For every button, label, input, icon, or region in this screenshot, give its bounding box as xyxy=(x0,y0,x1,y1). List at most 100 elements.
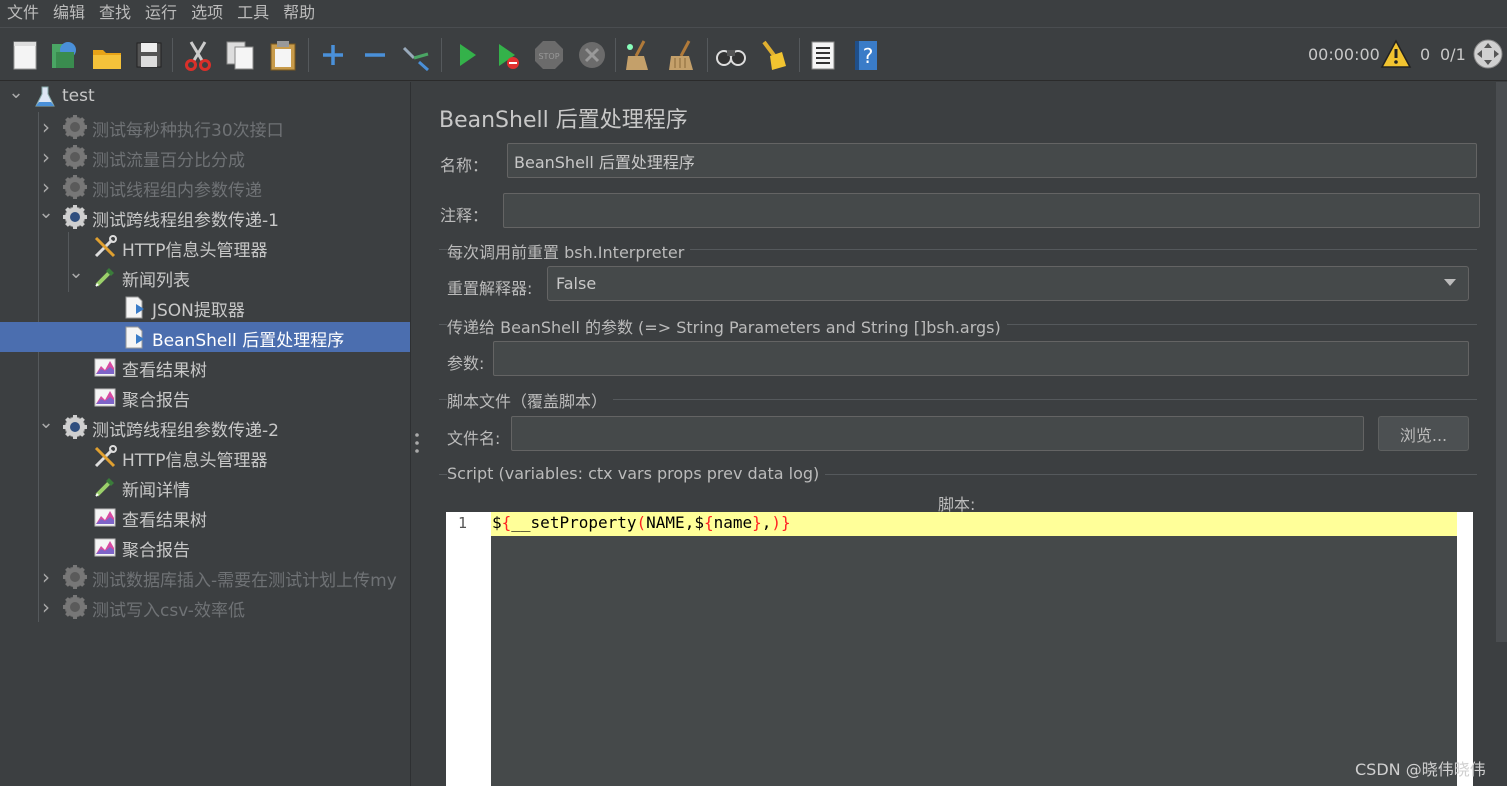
menu-item[interactable]: 帮助 xyxy=(276,1,322,25)
tree-node[interactable]: HTTP信息头管理器 xyxy=(0,232,410,262)
shutdown-icon[interactable] xyxy=(575,38,609,72)
listener-chart-icon xyxy=(92,534,118,560)
code-area[interactable] xyxy=(491,512,1457,786)
tree-node[interactable]: 聚合报告 xyxy=(0,532,410,562)
tree-node-label: BeanShell 后置处理程序 xyxy=(152,331,345,351)
tree-node[interactable]: JSON提取器 xyxy=(0,292,410,322)
templates-icon[interactable] xyxy=(46,38,80,72)
paste-icon[interactable] xyxy=(266,38,300,72)
code-token: , xyxy=(761,513,772,532)
toggle-icon[interactable] xyxy=(399,38,433,72)
chevron-right-icon[interactable]: › xyxy=(38,117,54,137)
watermark: CSDN @晓伟晓伟 xyxy=(1355,760,1486,779)
tree-node[interactable]: BeanShell 后置处理程序 xyxy=(0,322,410,352)
tree-node[interactable]: › 测试写入csv-效率低 xyxy=(0,592,410,622)
toolbar-divider xyxy=(0,80,1507,81)
tree-node[interactable]: ⌄ 新闻列表 xyxy=(0,262,410,292)
copy-icon[interactable] xyxy=(223,38,257,72)
listener-chart-icon xyxy=(92,384,118,410)
code-token: $ xyxy=(492,513,502,532)
chevron-down-icon[interactable]: ⌄ xyxy=(38,204,54,225)
menu-item[interactable]: 运行 xyxy=(138,1,184,25)
stop-icon[interactable]: STOP xyxy=(532,38,566,72)
chevron-down-icon[interactable]: ⌄ xyxy=(68,264,84,285)
name-label: 名称： xyxy=(440,156,489,175)
tree-node[interactable]: › 测试流量百分比分成 xyxy=(0,142,410,172)
filename-input[interactable] xyxy=(511,416,1364,451)
clear-all-icon[interactable] xyxy=(665,38,699,72)
save-icon[interactable] xyxy=(132,38,166,72)
browse-button[interactable]: 浏览... xyxy=(1378,416,1469,451)
thread-group-icon xyxy=(62,564,88,590)
beanshell-postprocessor-panel: BeanShell 后置处理程序 名称： BeanShell 后置处理程序 注释… xyxy=(425,82,1495,786)
chevron-right-icon[interactable]: › xyxy=(38,147,54,167)
tree-node[interactable]: ⌄ 测试跨线程组参数传递-2 xyxy=(0,412,410,442)
new-icon[interactable] xyxy=(8,38,42,72)
expand-icon[interactable] xyxy=(316,38,350,72)
chevron-right-icon[interactable]: › xyxy=(38,597,54,617)
comment-label: 注释： xyxy=(440,206,489,225)
tree-node[interactable]: 查看结果树 xyxy=(0,502,410,532)
chevron-down-icon[interactable]: ⌄ xyxy=(8,84,24,105)
clear-icon[interactable] xyxy=(622,38,656,72)
chevron-down-icon[interactable]: ⌄ xyxy=(38,414,54,435)
collapse-icon[interactable] xyxy=(358,38,392,72)
menu-item[interactable]: 文件 xyxy=(0,1,46,25)
editor-scrollbar[interactable] xyxy=(1457,512,1473,786)
listener-chart-icon xyxy=(92,504,118,530)
warning-icon[interactable] xyxy=(1380,39,1412,69)
reset-search-icon[interactable] xyxy=(756,38,790,72)
line-number: 1 xyxy=(458,514,468,532)
tree-node[interactable]: HTTP信息头管理器 xyxy=(0,442,410,472)
tree-node[interactable]: › 测试数据库插入-需要在测试计划上传my xyxy=(0,562,410,592)
tree-node-label: 查看结果树 xyxy=(122,511,207,531)
code-token: __setProperty xyxy=(511,513,637,532)
chevron-right-icon[interactable]: › xyxy=(38,567,54,587)
drag-handle-icon[interactable] xyxy=(415,432,419,454)
parameters-input[interactable] xyxy=(493,341,1469,376)
comment-input[interactable] xyxy=(503,193,1480,228)
panel-scrollbar[interactable] xyxy=(1496,82,1507,642)
sampler-pipette-icon xyxy=(92,474,118,500)
thread-group-icon xyxy=(62,144,88,170)
timer-display: 00:00:00 xyxy=(1308,45,1380,64)
tree-node[interactable]: 聚合报告 xyxy=(0,382,410,412)
open-icon[interactable] xyxy=(90,38,124,72)
svg-text:?: ? xyxy=(863,44,874,68)
script-editor[interactable]: 1 ${__setProperty(NAME,${name},)} xyxy=(446,512,1473,786)
tree-node[interactable]: › 测试每秒种执行30次接口 xyxy=(0,112,410,142)
menu-item[interactable]: 查找 xyxy=(92,1,138,25)
reset-interpreter-group-title: 每次调用前重置 bsh.Interpreter xyxy=(447,239,691,263)
code-token: { xyxy=(501,513,512,532)
thread-group-icon xyxy=(62,414,88,440)
tree-node[interactable]: › 测试线程组内参数传递 xyxy=(0,172,410,202)
name-input[interactable]: BeanShell 后置处理程序 xyxy=(507,143,1477,178)
toolbar-separator xyxy=(615,38,616,72)
menu-item[interactable]: 选项 xyxy=(184,1,230,25)
search-icon[interactable] xyxy=(714,38,748,72)
tree-node[interactable]: 新闻详情 xyxy=(0,472,410,502)
menu-item[interactable]: 编辑 xyxy=(46,1,92,25)
tree-node[interactable]: ⌄ 测试跨线程组参数传递-1 xyxy=(0,202,410,232)
panel-title: BeanShell 后置处理程序 xyxy=(439,108,688,133)
code-token: { xyxy=(703,513,714,532)
code-token: NAME,$ xyxy=(646,513,704,532)
function-helper-icon[interactable] xyxy=(806,38,840,72)
filename-label: 文件名: xyxy=(447,429,501,448)
reset-interpreter-select[interactable]: False xyxy=(547,266,1469,301)
split-pane-divider[interactable] xyxy=(410,82,426,786)
cut-icon[interactable] xyxy=(181,38,215,72)
start-icon[interactable] xyxy=(450,38,484,72)
tree-node-root[interactable]: ⌄ test xyxy=(0,82,410,112)
reset-interpreter-value: False xyxy=(556,274,597,293)
menu-item[interactable]: 工具 xyxy=(230,1,276,25)
thread-group-icon xyxy=(62,594,88,620)
help-icon[interactable]: ? xyxy=(849,38,883,72)
tree-node[interactable]: 查看结果树 xyxy=(0,352,410,382)
post-processor-icon xyxy=(122,294,148,320)
chevron-right-icon[interactable]: › xyxy=(38,177,54,197)
code-token: } xyxy=(781,513,791,532)
warning-count: 0 xyxy=(1420,45,1431,64)
start-no-pause-icon[interactable] xyxy=(491,38,525,72)
script-code-line[interactable]: ${__setProperty(NAME,${name},)} xyxy=(492,513,791,532)
